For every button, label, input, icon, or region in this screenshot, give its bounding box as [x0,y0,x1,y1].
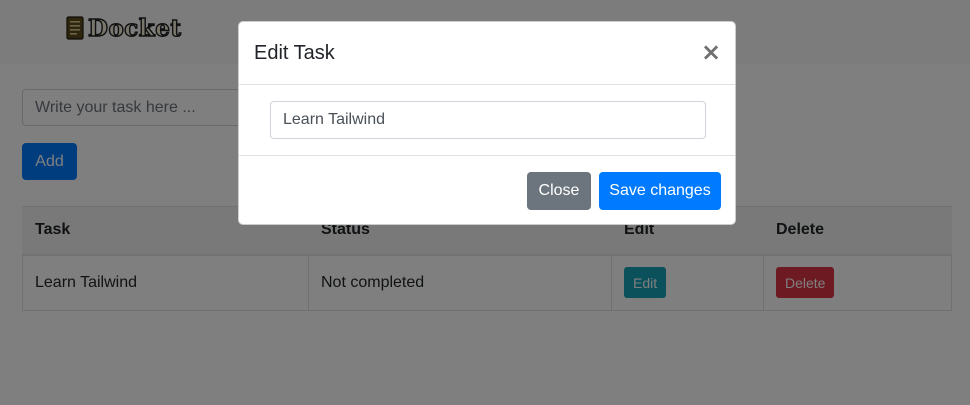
edit-task-modal: Edit Task × Close Save changes [238,21,736,225]
modal-title: Edit Task [254,42,335,64]
close-icon[interactable]: × [701,40,721,64]
modal-body [239,85,735,156]
save-changes-button[interactable]: Save changes [599,172,721,210]
modal-header: Edit Task × [239,22,735,85]
close-button[interactable]: Close [527,172,591,210]
modal-footer: Close Save changes [239,156,735,226]
edit-task-input[interactable] [270,101,706,139]
app-root: Docket Add Task Status Edit Delete Learn… [0,0,970,405]
